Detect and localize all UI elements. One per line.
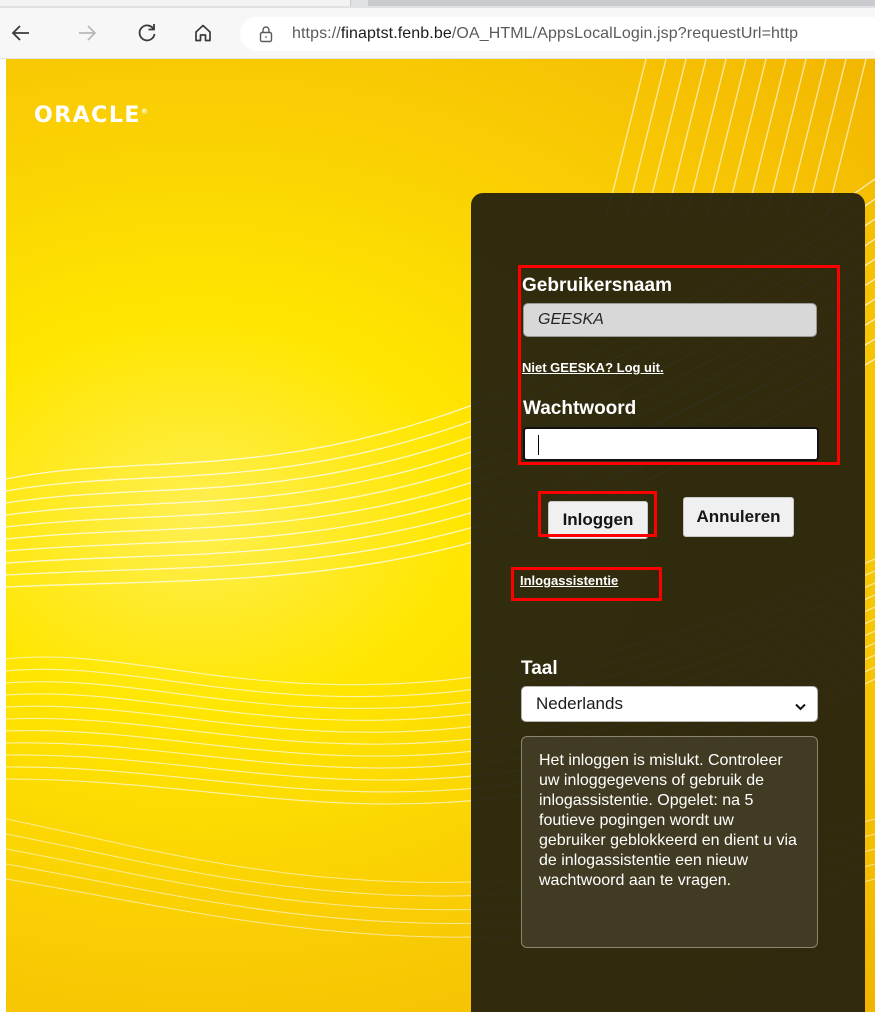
refresh-icon: [138, 24, 156, 42]
oracle-logo-text: ORACLE: [34, 103, 141, 128]
arrow-left-icon: [11, 25, 29, 41]
refresh-button[interactable]: [134, 20, 160, 46]
login-page: ORACLE® Gebruikersnaam GEESKA Niet GEESK…: [6, 59, 875, 1012]
browser-toolbar: https://finaptst.fenb.be/OA_HTML/AppsLoc…: [0, 8, 875, 59]
oracle-logo: ORACLE®: [34, 103, 150, 128]
forward-button[interactable]: [74, 20, 100, 46]
browser-tab[interactable]: [0, 0, 351, 6]
highlight-login-button: [538, 491, 657, 537]
error-message-text: Het inloggen is mislukt. Controleer uw i…: [539, 752, 797, 889]
home-button[interactable]: [190, 20, 216, 46]
highlight-credentials: [518, 265, 840, 465]
url-path: /OA_HTML/AppsLocalLogin.jsp?requestUrl=h…: [451, 25, 799, 42]
browser-tab[interactable]: [368, 0, 875, 6]
language-select[interactable]: Nederlands: [521, 686, 818, 722]
address-bar[interactable]: https://finaptst.fenb.be/OA_HTML/AppsLoc…: [240, 17, 875, 51]
language-label: Taal: [521, 658, 558, 679]
cancel-button[interactable]: Annuleren: [683, 497, 794, 537]
highlight-assistance-link: [511, 567, 662, 601]
login-panel: Gebruikersnaam GEESKA Niet GEESKA? Log u…: [471, 193, 865, 1012]
browser-tab-strip: [0, 0, 875, 8]
chevron-down-icon: [794, 698, 807, 718]
url-text: https://finaptst.fenb.be/OA_HTML/AppsLoc…: [292, 25, 798, 43]
language-selected: Nederlands: [536, 694, 623, 713]
url-host: finaptst.fenb.be: [340, 25, 452, 42]
error-message-box: Het inloggen is mislukt. Controleer uw i…: [521, 736, 818, 948]
url-scheme: https://: [292, 25, 341, 42]
arrow-right-icon: [79, 25, 97, 41]
back-button[interactable]: [8, 20, 34, 46]
lock-icon[interactable]: [258, 25, 274, 48]
home-icon: [195, 24, 211, 42]
